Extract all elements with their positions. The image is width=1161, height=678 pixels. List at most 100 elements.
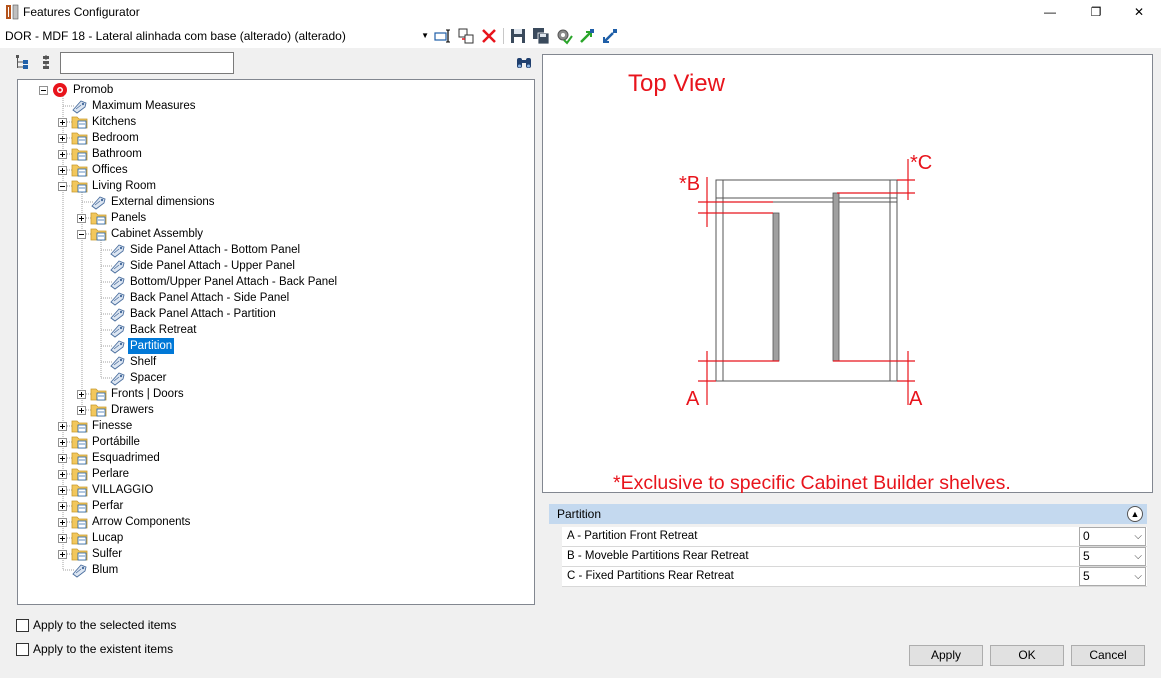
tree-item[interactable]: Back Panel Attach - Partition	[18, 306, 534, 322]
property-section-header[interactable]: Partition ▲	[549, 504, 1147, 524]
expand-icon[interactable]	[58, 438, 67, 447]
maximize-button[interactable]: ❐	[1073, 0, 1119, 24]
title-bar: Features Configurator — ❐ ✕	[0, 0, 1161, 24]
minimize-button[interactable]: —	[1027, 0, 1073, 24]
expand-icon[interactable]	[58, 134, 67, 143]
tree-item[interactable]: Partition	[18, 338, 534, 354]
tree-item[interactable]: Bathroom	[18, 146, 534, 162]
apply-selected-checkbox[interactable]	[16, 619, 29, 632]
toolbar: DOR - MDF 18 - Lateral alinhada com base…	[0, 24, 1161, 48]
folder-icon	[71, 180, 88, 193]
tree-item[interactable]: Sulfer	[18, 546, 534, 562]
tree-item[interactable]: Living Room	[18, 178, 534, 194]
expand-icon[interactable]	[58, 502, 67, 511]
tree-item[interactable]: Bedroom	[18, 130, 534, 146]
tree-item-label: Back Panel Attach - Side Panel	[130, 292, 290, 304]
rename-icon[interactable]	[434, 27, 452, 45]
export-icon[interactable]	[601, 27, 619, 45]
tree-item[interactable]: Blum	[18, 562, 534, 578]
apply-existent-label: Apply to the existent items	[33, 642, 174, 656]
search-input[interactable]	[60, 52, 234, 74]
tree-item[interactable]: Esquadrimed	[18, 450, 534, 466]
apply-selected-label: Apply to the selected items	[33, 618, 177, 632]
expand-tree-icon[interactable]	[14, 54, 32, 70]
folder-icon	[90, 388, 107, 401]
expand-icon[interactable]	[58, 166, 67, 175]
save-icon[interactable]	[509, 27, 527, 45]
close-button[interactable]: ✕	[1116, 0, 1161, 24]
tree-item[interactable]: Side Panel Attach - Bottom Panel	[18, 242, 534, 258]
property-label: C - Fixed Partitions Rear Retreat	[567, 570, 734, 582]
tree-item-label: Blum	[92, 564, 119, 576]
tree-item[interactable]: Arrow Components	[18, 514, 534, 530]
tree-item[interactable]: VILLAGGIO	[18, 482, 534, 498]
tree-item-label: Bathroom	[92, 148, 142, 160]
movable-partitions-rear-retreat-select[interactable]: 5 ⌵	[1079, 547, 1146, 566]
import-icon[interactable]	[578, 27, 596, 45]
tree-item-label: Back Panel Attach - Partition	[130, 308, 276, 320]
exclusive-note: *Exclusive to specific Cabinet Builder s…	[613, 472, 1011, 494]
partition-front-retreat-select[interactable]: 0 ⌵	[1079, 527, 1146, 546]
binoculars-icon[interactable]	[516, 56, 532, 70]
delete-icon[interactable]	[480, 27, 498, 45]
copy-profile-icon[interactable]	[457, 27, 475, 45]
feature-tree[interactable]: Promob Maximum Measures Kitchens Bedroom Bat…	[17, 79, 535, 605]
collapse-node-icon[interactable]	[58, 182, 67, 191]
tree-item[interactable]: External dimensions	[18, 194, 534, 210]
tree-item[interactable]: Lucap	[18, 530, 534, 546]
dimension-label-c: *C	[910, 152, 932, 174]
tree-item[interactable]: Back Panel Attach - Side Panel	[18, 290, 534, 306]
profile-select[interactable]: DOR - MDF 18 - Lateral alinhada com base…	[3, 27, 431, 45]
expand-icon[interactable]	[77, 214, 86, 223]
tree-item[interactable]: Kitchens	[18, 114, 534, 130]
tree-item[interactable]: Perlare	[18, 466, 534, 482]
expand-icon[interactable]	[58, 454, 67, 463]
settings-check-icon[interactable]	[555, 27, 573, 45]
tree-item[interactable]: Portábille	[18, 434, 534, 450]
tree-item[interactable]: Offices	[18, 162, 534, 178]
expand-icon[interactable]	[58, 518, 67, 527]
expand-icon[interactable]	[77, 406, 86, 415]
apply-existent-checkbox[interactable]	[16, 643, 29, 656]
expand-icon[interactable]	[58, 422, 67, 431]
collapse-tree-icon[interactable]	[38, 54, 54, 70]
collapse-node-icon[interactable]	[39, 86, 48, 95]
fixed-partitions-rear-retreat-select[interactable]: 5 ⌵	[1079, 567, 1146, 586]
expand-icon[interactable]	[58, 150, 67, 159]
expand-icon[interactable]	[58, 534, 67, 543]
expand-icon[interactable]	[58, 470, 67, 479]
apply-button[interactable]: Apply	[909, 645, 983, 666]
tree-item-label: Side Panel Attach - Upper Panel	[130, 260, 295, 272]
collapse-icon[interactable]: ▲	[1127, 506, 1143, 522]
expand-icon[interactable]	[58, 486, 67, 495]
cabinet-outline	[715, 179, 898, 382]
tree-item[interactable]: Panels	[18, 210, 534, 226]
tree-item[interactable]: Shelf	[18, 354, 534, 370]
property-label: A - Partition Front Retreat	[567, 530, 698, 542]
tag-icon	[72, 100, 87, 114]
folder-icon	[71, 452, 88, 465]
ok-button[interactable]: OK	[990, 645, 1064, 666]
tree-item[interactable]: Cabinet Assembly	[18, 226, 534, 242]
tree-item[interactable]: Perfar	[18, 498, 534, 514]
tree-item[interactable]: Side Panel Attach - Upper Panel	[18, 258, 534, 274]
save-all-icon[interactable]	[532, 27, 550, 45]
tree-item[interactable]: Promob	[18, 82, 534, 98]
tree-item[interactable]: Drawers	[18, 402, 534, 418]
tree-item[interactable]: Fronts | Doors	[18, 386, 534, 402]
tree-item[interactable]: Finesse	[18, 418, 534, 434]
tree-item-label: Bedroom	[92, 132, 139, 144]
tree-item[interactable]: Back Retreat	[18, 322, 534, 338]
dimension-label-b: *B	[679, 173, 700, 195]
tag-icon	[110, 260, 125, 274]
expand-icon[interactable]	[77, 390, 86, 399]
tree-item[interactable]: Bottom/Upper Panel Attach - Back Panel	[18, 274, 534, 290]
expand-icon[interactable]	[58, 118, 67, 127]
cancel-button[interactable]: Cancel	[1071, 645, 1145, 666]
collapse-node-icon[interactable]	[77, 230, 86, 239]
expand-icon[interactable]	[58, 550, 67, 559]
tree-item[interactable]: Spacer	[18, 370, 534, 386]
folder-icon	[71, 516, 88, 529]
tag-icon	[110, 308, 125, 322]
tree-item[interactable]: Maximum Measures	[18, 98, 534, 114]
